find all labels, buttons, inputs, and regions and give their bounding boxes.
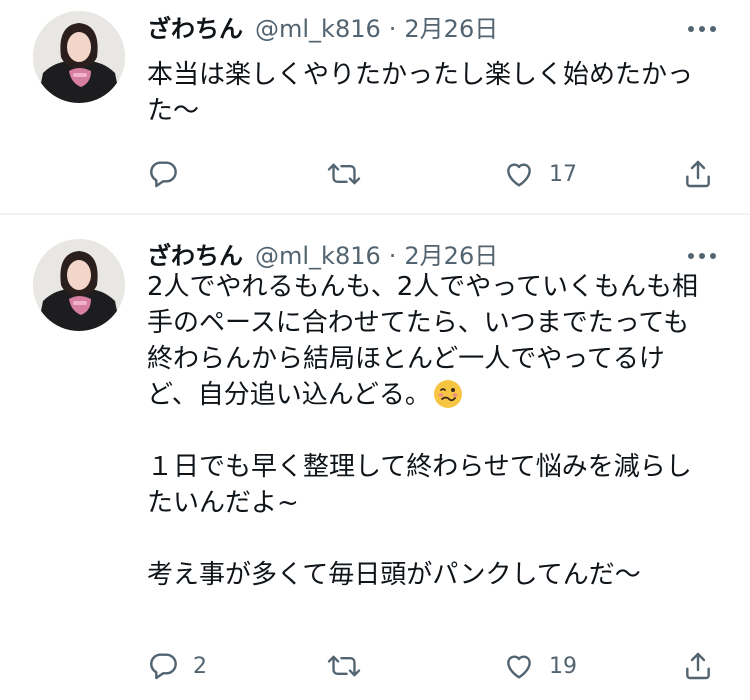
tweet-text: 2人でやれるもんも、2人でやっていくもんも相 手のペースに合わせてたら、いつまで… <box>147 269 717 593</box>
separator: · <box>388 242 397 270</box>
like-button[interactable]: 17 <box>503 154 577 194</box>
more-horizontal-icon <box>688 253 716 259</box>
avatar[interactable] <box>33 11 125 103</box>
more-options-button[interactable] <box>684 13 720 45</box>
tweet-text-line: 終わらんから結局ほとんど一人でやってるけ <box>147 344 665 374</box>
display-name[interactable]: ざわちん <box>147 240 243 272</box>
retweet-button[interactable] <box>327 646 375 686</box>
tweet-header: ざわちん @ml_k816 · 2月26日 <box>147 240 498 272</box>
handle[interactable]: @ml_k816 <box>255 13 381 45</box>
reply-button[interactable]: 2 <box>147 646 207 686</box>
share-button[interactable] <box>682 646 714 686</box>
like-count: 19 <box>549 653 577 679</box>
reply-icon <box>150 161 177 188</box>
tweet-text-line: 手のペースに合わせてたら、いつまでたっても <box>147 308 690 338</box>
more-options-button[interactable] <box>684 240 720 272</box>
heart-icon <box>507 655 531 679</box>
tweet-actions: 17 <box>147 154 727 194</box>
avatar-image <box>33 239 125 331</box>
separator: · <box>388 15 397 43</box>
retweet-button[interactable] <box>327 154 375 194</box>
retweet-icon <box>327 655 361 677</box>
reply-icon <box>150 653 177 680</box>
tweet-header: ざわちん @ml_k816 · 2月26日 <box>147 13 498 45</box>
woozy-face-emoji <box>433 379 463 419</box>
tweet-text-line: たいんだよ~ <box>147 488 299 518</box>
heart-icon <box>507 163 531 187</box>
tweet-text-line: １日でも早く整理して終わらせて悩みを減らし <box>147 452 692 482</box>
tweet-text-line: 考え事が多くて毎日頭がパンクしてんだ〜 <box>147 560 641 590</box>
like-count: 17 <box>549 161 577 187</box>
divider <box>0 213 750 215</box>
reply-count: 2 <box>193 653 207 679</box>
retweet-icon <box>327 163 361 185</box>
more-horizontal-icon <box>688 26 716 32</box>
share-icon <box>686 160 710 188</box>
share-icon <box>686 652 710 680</box>
display-name[interactable]: ざわちん <box>147 13 243 45</box>
tweet[interactable]: ざわちん @ml_k816 · 2月26日 2人でやれるもんも、2人でやっていく… <box>0 216 750 700</box>
tweet[interactable]: ざわちん @ml_k816 · 2月26日 本当は楽しくやりたかったし楽しく始め… <box>0 0 750 214</box>
tweet-text-line: 本当は楽しくやりたかったし楽しく始めたかっ <box>147 60 694 90</box>
like-button[interactable]: 19 <box>503 646 577 686</box>
share-button[interactable] <box>682 154 714 194</box>
tweet-actions: 2 19 <box>147 646 727 686</box>
tweet-text-line-with-emoji: ど、自分追い込んどる。 <box>147 377 717 413</box>
avatar[interactable] <box>33 239 125 331</box>
tweet-text: 本当は楽しくやりたかったし楽しく始めたかっ た〜 <box>147 57 717 129</box>
tweet-text-segment: ど、自分追い込んどる。 <box>147 380 431 410</box>
handle[interactable]: @ml_k816 <box>255 240 381 272</box>
tweet-text-line: た〜 <box>147 96 200 126</box>
avatar-image <box>33 11 125 103</box>
timestamp[interactable]: 2月26日 <box>404 13 498 45</box>
timestamp[interactable]: 2月26日 <box>404 240 498 272</box>
reply-button[interactable] <box>147 154 193 194</box>
tweet-text-line: 2人でやれるもんも、2人でやっていくもんも相 <box>147 272 699 302</box>
